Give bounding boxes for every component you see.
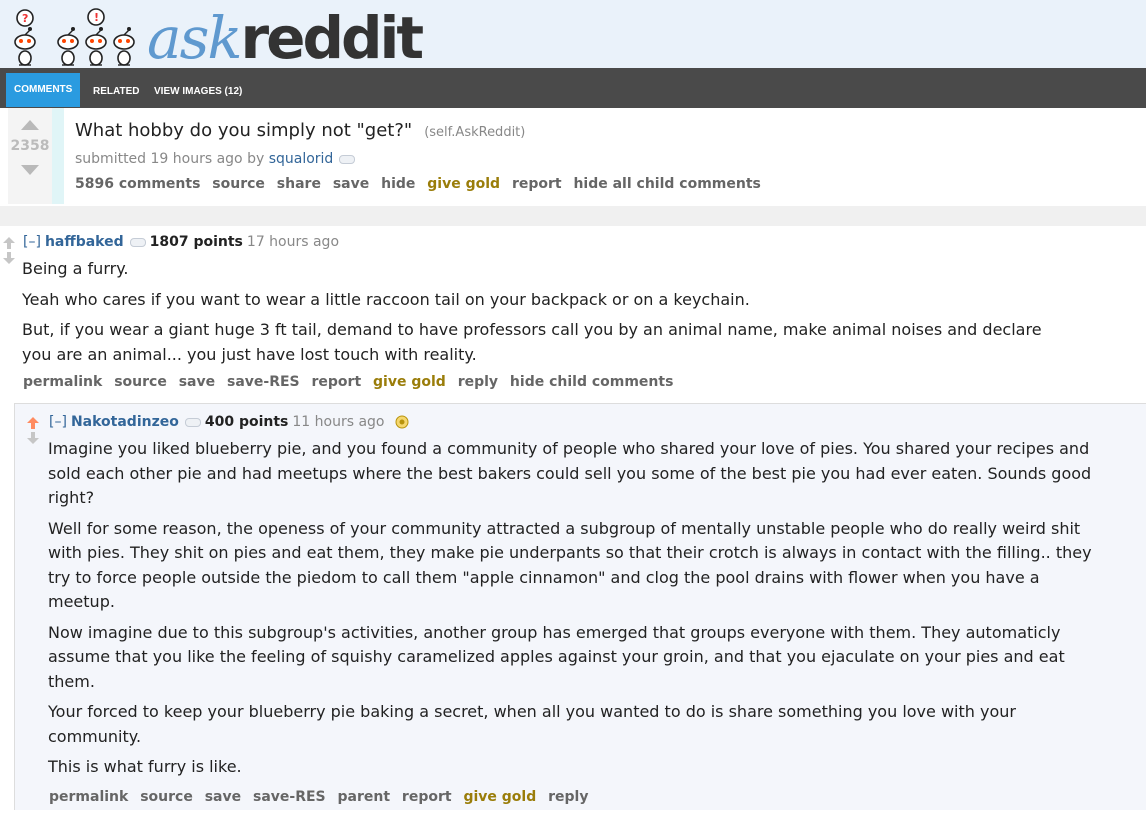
source-link[interactable]: source bbox=[114, 374, 167, 390]
give-gold-link[interactable]: give gold bbox=[463, 789, 536, 805]
comment-points: 1807 points bbox=[149, 234, 243, 250]
report-link[interactable]: report bbox=[312, 374, 362, 390]
comment-paragraph: Being a furry. bbox=[22, 259, 129, 278]
save-res-link[interactable]: save-RES bbox=[253, 789, 326, 805]
comment-header: [–] Nakotadinzeo 400 points 11 hours ago bbox=[49, 414, 409, 430]
source-link[interactable]: source bbox=[212, 176, 265, 192]
post-title-link[interactable]: What hobby do you simply not "get?" bbox=[75, 120, 412, 141]
post-divider bbox=[52, 108, 64, 204]
user-tag-icon[interactable] bbox=[184, 417, 201, 427]
comment-header: [–] haffbaked 1807 points 17 hours ago bbox=[23, 234, 339, 250]
hide-child-comments-link[interactable]: hide child comments bbox=[510, 374, 674, 390]
give-gold-link[interactable]: give gold bbox=[373, 374, 446, 390]
askreddit-wordmark[interactable]: askreddit bbox=[147, 8, 424, 68]
section-gap bbox=[0, 206, 1146, 226]
comment-vote-arrows bbox=[26, 416, 40, 446]
report-link[interactable]: report bbox=[402, 789, 452, 805]
comment-paragraph: This is what furry is like. bbox=[48, 757, 242, 776]
save-link[interactable]: save bbox=[205, 789, 241, 805]
comment-paragraph: Now imagine due to this subgroup's activ… bbox=[48, 622, 1065, 691]
post-score: 2358 bbox=[10, 138, 50, 154]
post-title: What hobby do you simply not "get?" (self… bbox=[75, 120, 525, 141]
downvote-arrow-icon[interactable] bbox=[21, 165, 39, 175]
comment-points: 400 points bbox=[204, 414, 289, 430]
comment-vote-arrows bbox=[2, 236, 16, 266]
give-gold-link[interactable]: give gold bbox=[427, 176, 500, 192]
hide-link[interactable]: hide bbox=[381, 176, 415, 192]
tab-bar: COMMENTS RELATED VIEW IMAGES (12) bbox=[0, 68, 1146, 108]
collapse-toggle[interactable]: [–] bbox=[49, 414, 67, 430]
comment-paragraph: But, if you wear a giant huge 3 ft tail,… bbox=[22, 320, 1042, 364]
submitted-text: submitted 19 hours ago by bbox=[75, 151, 265, 167]
tab-related[interactable]: RELATED bbox=[85, 72, 147, 108]
comment-timestamp: 11 hours ago bbox=[292, 414, 385, 430]
post-author-link[interactable]: squalorid bbox=[269, 151, 334, 167]
comment-body: Being a furry. Yeah who cares if you wan… bbox=[22, 257, 1072, 376]
post-actions: 5896 comments source share save hide giv… bbox=[75, 176, 768, 192]
reply-link[interactable]: reply bbox=[548, 789, 588, 805]
comment-author-link[interactable]: haffbaked bbox=[45, 234, 124, 250]
comment-timestamp: 17 hours ago bbox=[246, 234, 340, 250]
post-domain[interactable]: (self.AskReddit) bbox=[424, 125, 525, 140]
post-tagline: submitted 19 hours ago by squalorid bbox=[75, 151, 356, 167]
svg-text:?: ? bbox=[22, 12, 28, 25]
save-res-link[interactable]: save-RES bbox=[227, 374, 300, 390]
save-link[interactable]: save bbox=[179, 374, 215, 390]
comments-count-link[interactable]: 5896 comments bbox=[75, 176, 200, 192]
header-banner: ? ! askreddit bbox=[0, 0, 1146, 68]
comment-actions: permalink source save save-RES report gi… bbox=[23, 374, 680, 390]
comment-paragraph: Your forced to keep your blueberry pie b… bbox=[48, 702, 1016, 746]
svg-text:!: ! bbox=[94, 11, 99, 24]
gilded-star-icon bbox=[395, 415, 409, 429]
comment-author-link[interactable]: Nakotadinzeo bbox=[71, 414, 179, 430]
permalink-link[interactable]: permalink bbox=[49, 789, 128, 805]
comment-paragraph: Imagine you liked blueberry pie, and you… bbox=[48, 439, 1092, 507]
comment-body: Imagine you liked blueberry pie, and you… bbox=[48, 437, 1108, 789]
reply-link[interactable]: reply bbox=[458, 374, 498, 390]
tab-comments[interactable]: COMMENTS bbox=[6, 73, 81, 107]
post-entry: 2358 What hobby do you simply not "get?"… bbox=[0, 108, 1146, 207]
permalink-link[interactable]: permalink bbox=[23, 374, 102, 390]
collapse-toggle[interactable]: [–] bbox=[23, 234, 41, 250]
comment-actions: permalink source save save-RES parent re… bbox=[49, 789, 595, 805]
logo-suffix: reddit bbox=[240, 4, 425, 72]
comment-paragraph: Well for some reason, the openess of you… bbox=[48, 518, 1092, 612]
downvote-arrow-icon[interactable] bbox=[2, 251, 16, 265]
upvote-arrow-icon[interactable] bbox=[21, 120, 39, 130]
upvote-arrow-icon[interactable] bbox=[26, 416, 40, 430]
save-link[interactable]: save bbox=[333, 176, 369, 192]
post-vote-box: 2358 bbox=[8, 108, 52, 204]
upvote-arrow-icon[interactable] bbox=[2, 236, 16, 250]
user-tag-icon[interactable] bbox=[129, 237, 146, 247]
comment-paragraph: Yeah who cares if you want to wear a lit… bbox=[22, 289, 750, 309]
source-link[interactable]: source bbox=[140, 789, 193, 805]
logo-prefix: ask bbox=[147, 4, 242, 72]
user-tag-icon[interactable] bbox=[339, 154, 356, 164]
downvote-arrow-icon[interactable] bbox=[26, 431, 40, 445]
reddit-alien-mascots-logo[interactable]: ? ! bbox=[8, 6, 143, 68]
hide-all-child-comments-link[interactable]: hide all child comments bbox=[573, 176, 760, 192]
share-link[interactable]: share bbox=[277, 176, 321, 192]
tab-view-images[interactable]: VIEW IMAGES (12) bbox=[146, 72, 250, 108]
parent-link[interactable]: parent bbox=[338, 789, 391, 805]
report-link[interactable]: report bbox=[512, 176, 562, 192]
